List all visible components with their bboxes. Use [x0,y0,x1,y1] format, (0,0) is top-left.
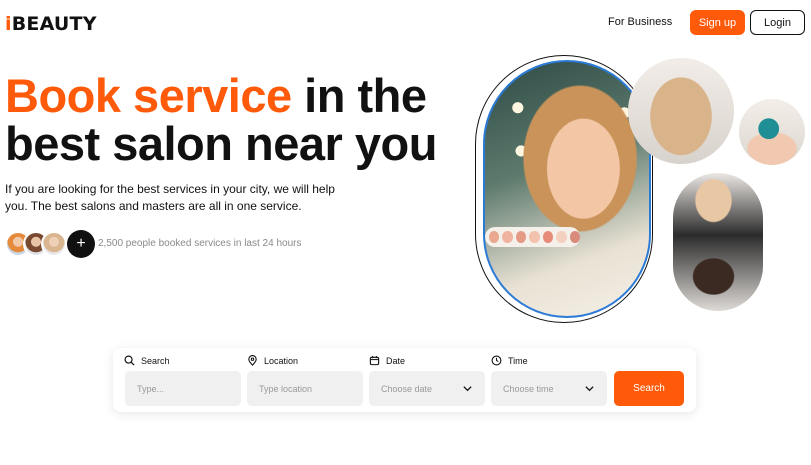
search-icon [124,355,135,366]
chevron-down-icon [585,386,594,392]
time-field-label: Time [491,355,528,366]
palette-swatch [502,231,513,243]
hero-title-accent: Book service [5,69,292,122]
barber-photo [673,173,763,311]
makeup-photo [483,60,651,318]
booked-count-text: 2,500 people booked services in last 24 … [98,238,302,249]
clock-icon [491,355,502,366]
login-button[interactable]: Login [750,10,805,35]
palette-swatch [556,231,567,243]
date-select[interactable]: Choose date [369,371,485,406]
avatar-group: + [5,230,95,258]
for-business-link[interactable]: For Business [608,16,672,28]
time-select[interactable]: Choose time [491,371,607,406]
makeup-palette [485,227,580,247]
location-input[interactable]: Type location [247,371,363,406]
date-field-label: Date [369,355,405,366]
palette-swatch [529,231,540,243]
logo[interactable]: i BEAUTY [5,13,97,35]
logo-letter-i: i [5,13,12,35]
hair-braiding-photo [628,58,734,164]
palette-swatch [489,231,500,243]
search-field-label: Search [124,355,170,366]
logo-wordmark: BEAUTY [11,13,97,35]
manicure-photo [739,99,805,165]
chevron-down-icon [463,386,472,392]
calendar-icon [369,355,380,366]
location-pin-icon [248,355,257,366]
hero-title: Book service in the best salon near you [5,72,455,168]
location-field-label: Location [247,355,298,366]
search-button[interactable]: Search [614,371,684,406]
hero-description: If you are looking for the best services… [5,182,335,213]
add-button[interactable]: + [67,230,95,258]
avatar [41,231,67,257]
signup-button[interactable]: Sign up [690,10,745,35]
palette-swatch [542,231,554,243]
palette-swatch [515,231,527,243]
search-input[interactable]: Type... [125,371,241,406]
palette-swatch [569,231,580,243]
